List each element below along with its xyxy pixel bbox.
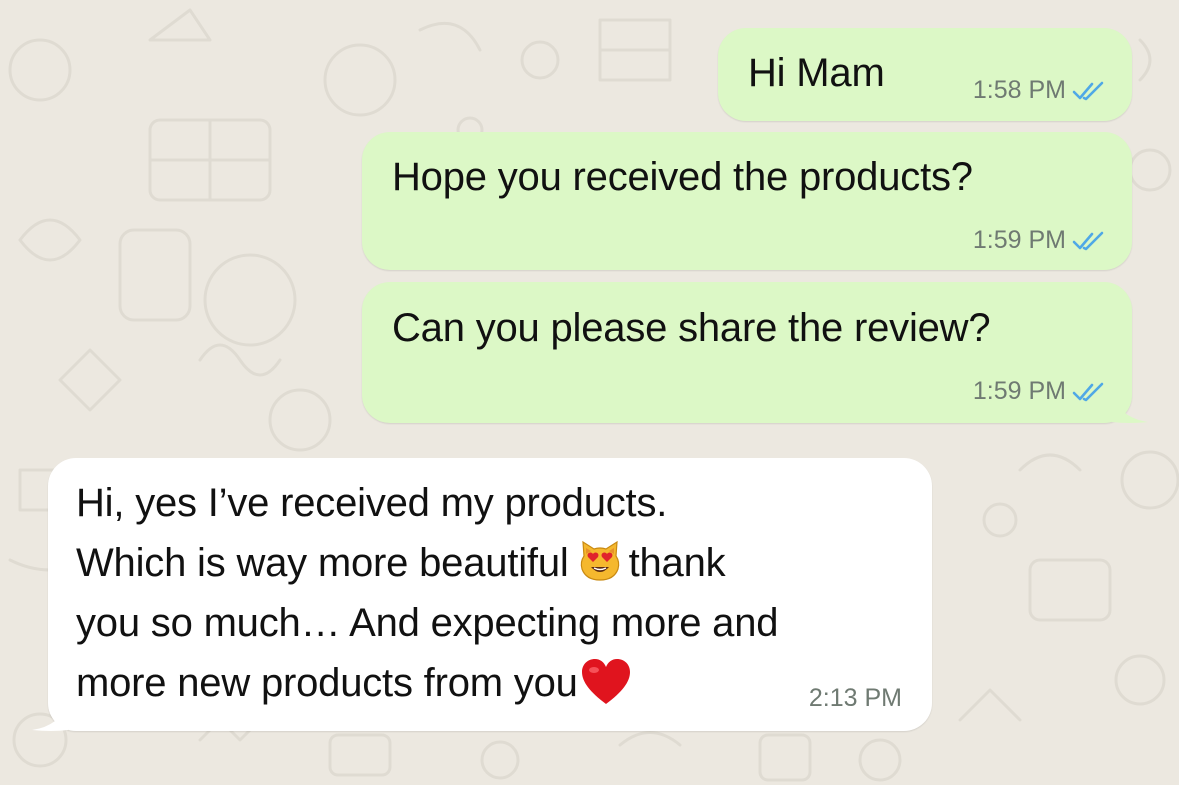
outgoing-message[interactable]: Can you please share the review? 1:59 PM	[362, 282, 1132, 423]
double-check-icon	[1072, 231, 1104, 250]
double-check-icon	[1072, 81, 1104, 100]
message-text-fragment: Which is way more beautiful	[76, 541, 569, 585]
message-text-line: you so much… And expecting more and	[76, 601, 779, 645]
message-text: Hope you received the products?	[392, 155, 973, 199]
message-meta: 2:13 PM	[809, 684, 902, 713]
heart-eyes-cat-emoji	[580, 540, 619, 581]
message-text-fragment: thank	[628, 541, 726, 585]
outgoing-bubble-tail	[1112, 394, 1148, 423]
message-timestamp: 2:13 PM	[808, 684, 902, 712]
message-timestamp: 1:59 PM	[972, 377, 1066, 405]
message-text-line: Hi, yes I’ve received my products.	[76, 481, 668, 525]
message-text-fragment: more new products from you	[76, 661, 578, 705]
red-heart-emoji	[581, 659, 630, 704]
double-check-icon	[1072, 382, 1104, 401]
incoming-message[interactable]: Hi, yes I’ve received my products. Which…	[48, 458, 932, 731]
message-text: Hi Mam	[748, 51, 885, 95]
chat-window: Hi Mam 1:58 PM Hope you received the pro…	[0, 0, 1179, 785]
message-meta: 1:58 PM	[973, 76, 1106, 105]
message-text-line: Which is way more beautiful thank	[76, 533, 726, 593]
message-meta: 1:59 PM	[973, 377, 1106, 406]
message-timestamp: 1:59 PM	[972, 226, 1066, 254]
outgoing-message[interactable]: Hi Mam 1:58 PM	[718, 28, 1132, 121]
message-timestamp: 1:58 PM	[972, 76, 1066, 104]
message-text-line: more new products from you	[76, 653, 632, 713]
message-text: Can you please share the review?	[392, 306, 991, 350]
incoming-bubble-tail	[32, 702, 68, 731]
message-meta: 1:59 PM	[973, 226, 1106, 255]
outgoing-message[interactable]: Hope you received the products? 1:59 PM	[362, 132, 1132, 270]
